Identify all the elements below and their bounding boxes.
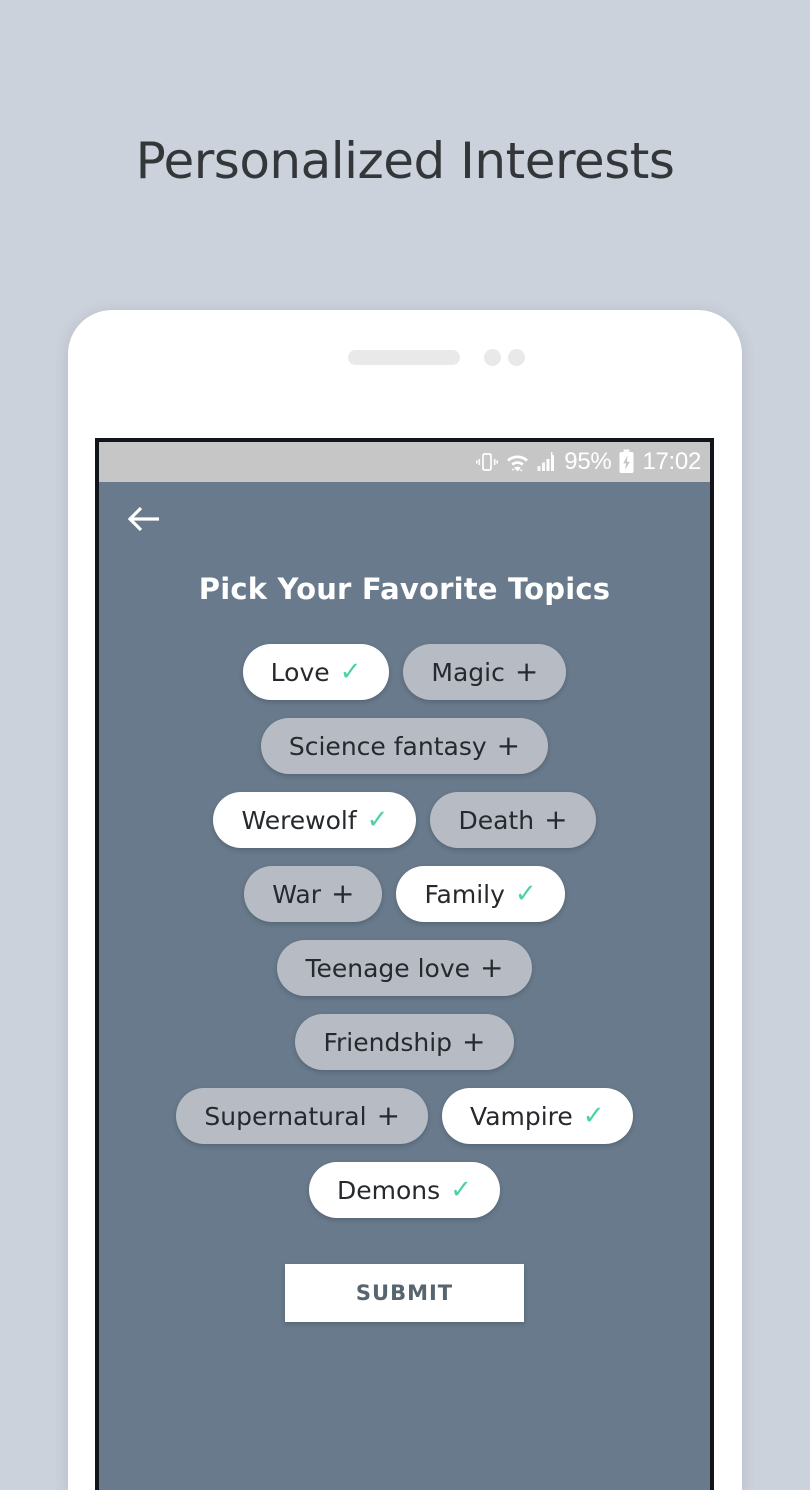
battery-percent-label: 95% (564, 448, 612, 475)
topic-chip-war[interactable]: War + (244, 866, 383, 922)
check-icon: ✓ (514, 879, 537, 909)
plus-icon: + (462, 1025, 486, 1058)
wifi-icon (505, 450, 530, 474)
check-icon: ✓ (450, 1175, 472, 1205)
topic-chip-row: Love ✓ Magic + (242, 644, 567, 700)
topic-chip-friendship[interactable]: Friendship + (295, 1014, 514, 1070)
topic-chip-death[interactable]: Death + (430, 792, 596, 848)
back-arrow-icon (127, 505, 162, 538)
battery-charging-icon (618, 449, 635, 475)
back-button[interactable] (123, 499, 167, 543)
status-bar: 95% 17:02 (99, 442, 710, 482)
topic-chip-row: War + Family ✓ (244, 866, 565, 922)
topic-chip-row: Demons ✓ (309, 1162, 500, 1218)
device-screen: 95% 17:02 Pick Your Favorite Topics Love… (95, 438, 714, 1490)
plus-icon: + (480, 951, 504, 984)
topic-chip-label: Family (424, 879, 505, 909)
topic-chip-label: War (272, 879, 321, 909)
topic-chip-teenage-love[interactable]: Teenage love + (277, 940, 532, 996)
topic-chip-row: Science fantasy + (260, 718, 549, 774)
plus-icon: + (376, 1099, 401, 1132)
phone-speaker-icon (348, 350, 460, 365)
plus-icon: + (331, 877, 355, 910)
topic-chip-row: Werewolf ✓ Death + (213, 792, 596, 848)
check-icon: ✓ (582, 1101, 605, 1131)
topic-chip-row: Supernatural + Vampire ✓ (176, 1088, 633, 1144)
plus-icon: + (544, 803, 568, 836)
signal-icon (537, 450, 557, 474)
topic-chip-science-fantasy[interactable]: Science fantasy + (260, 718, 549, 774)
topic-chip-label: Science fantasy (288, 731, 487, 761)
phone-camera-icon (508, 349, 525, 366)
topic-chip-supernatural[interactable]: Supernatural + (176, 1088, 429, 1144)
topic-chip-family[interactable]: Family ✓ (396, 866, 565, 922)
check-icon: ✓ (339, 657, 362, 687)
topic-chip-vampire[interactable]: Vampire ✓ (442, 1088, 633, 1144)
topic-chip-label: Death (458, 805, 535, 835)
topic-chip-label: Demons (337, 1175, 441, 1205)
topic-chip-row: Friendship + (295, 1014, 514, 1070)
submit-row: SUBMIT (99, 1264, 710, 1322)
plus-icon: + (514, 655, 539, 688)
topic-chip-label: Supernatural (204, 1101, 367, 1131)
vibrate-icon (476, 450, 499, 474)
topic-chip-label: Teenage love (305, 953, 471, 983)
topic-chip-label: Friendship (323, 1027, 453, 1057)
phone-mockup: 95% 17:02 Pick Your Favorite Topics Love… (68, 310, 742, 1490)
page-title: Personalized Interests (135, 132, 675, 190)
check-icon: ✓ (366, 805, 389, 835)
topic-chip-list: Love ✓ Magic + Science fantasy + Werewolf ✓ Deat… (99, 644, 710, 1218)
submit-button[interactable]: SUBMIT (285, 1264, 524, 1322)
topic-chip-label: Magic (431, 657, 505, 687)
topic-chip-demons[interactable]: Demons ✓ (309, 1162, 500, 1218)
screen-title: Pick Your Favorite Topics (198, 572, 611, 606)
phone-sensor-icon (484, 349, 501, 366)
topic-chip-magic[interactable]: Magic + (403, 644, 567, 700)
app-bar (99, 482, 710, 560)
clock-label: 17:02 (642, 448, 701, 475)
topic-chip-werewolf[interactable]: Werewolf ✓ (213, 792, 417, 848)
topic-chip-row: Teenage love + (277, 940, 532, 996)
topic-chip-label: Vampire (470, 1101, 573, 1131)
topic-chip-label: Werewolf (241, 805, 357, 835)
plus-icon: + (496, 729, 521, 762)
topic-chip-label: Love (270, 657, 330, 687)
topic-chip-love[interactable]: Love ✓ (242, 644, 390, 700)
